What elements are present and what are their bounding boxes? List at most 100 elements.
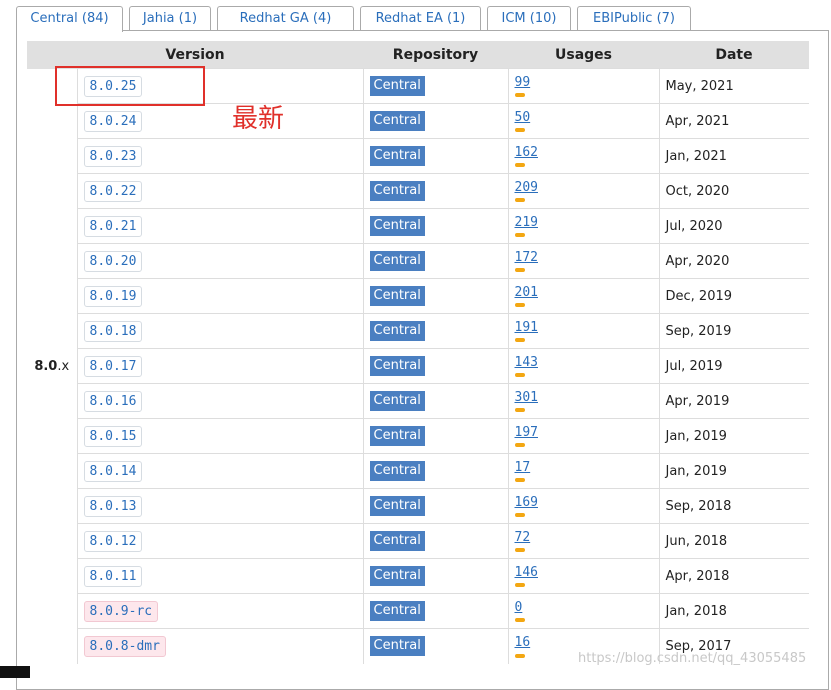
usages-link[interactable]: 201 xyxy=(515,285,538,300)
tab-central[interactable]: Central (84) xyxy=(16,6,123,32)
repository-cell: Central xyxy=(362,348,508,384)
version-group: 8.0.x xyxy=(27,69,77,664)
header-version: Version xyxy=(27,41,363,69)
repository-cell: Central xyxy=(362,313,508,349)
version-link[interactable]: 8.0.13 xyxy=(83,495,143,517)
version-cell: 8.0.25 xyxy=(76,68,363,104)
version-cell: 8.0.19 xyxy=(76,278,363,314)
version-cell: 8.0.21 xyxy=(76,208,363,244)
repository-badge[interactable]: Central xyxy=(369,426,425,446)
repository-badge[interactable]: Central xyxy=(369,461,425,481)
version-cell: 8.0.13 xyxy=(76,488,363,524)
tab-redhat-ga[interactable]: Redhat GA (4) xyxy=(217,6,354,30)
usage-bar xyxy=(514,548,525,552)
repository-badge[interactable]: Central xyxy=(369,251,425,271)
repository-badge[interactable]: Central xyxy=(369,391,425,411)
version-link[interactable]: 8.0.20 xyxy=(83,250,143,272)
version-cell: 8.0.12 xyxy=(76,523,363,559)
version-link[interactable]: 8.0.21 xyxy=(83,215,143,237)
repository-badge[interactable]: Central xyxy=(369,286,425,306)
usages-link[interactable]: 219 xyxy=(515,215,538,230)
usages-link[interactable]: 0 xyxy=(515,600,523,615)
usages-link[interactable]: 50 xyxy=(515,110,531,125)
repository-cell: Central xyxy=(362,628,508,664)
usages-cell: 172 xyxy=(507,243,659,279)
version-link[interactable]: 8.0.23 xyxy=(83,145,143,167)
usages-link[interactable]: 301 xyxy=(515,390,538,405)
usage-bar xyxy=(514,373,525,377)
usages-cell: 169 xyxy=(507,488,659,524)
version-cell: 8.0.20 xyxy=(76,243,363,279)
version-cell: 8.0.16 xyxy=(76,383,363,419)
repository-badge[interactable]: Central xyxy=(369,566,425,586)
table-row: 8.0.22 Central 209 Oct, 2020 xyxy=(27,173,809,209)
version-link[interactable]: 8.0.11 xyxy=(83,565,143,587)
date-cell: Sep, 2019 xyxy=(658,313,809,349)
usages-cell: 99 xyxy=(507,68,659,104)
usages-link[interactable]: 72 xyxy=(515,530,531,545)
repository-tabs: Central (84) Jahia (1) Redhat GA (4) Red… xyxy=(16,6,831,32)
table-row: 8.0.24 Central 50 Apr, 2021 xyxy=(27,103,809,139)
tab-icm[interactable]: ICM (10) xyxy=(487,6,571,30)
usages-link[interactable]: 209 xyxy=(515,180,538,195)
repository-badge[interactable]: Central xyxy=(369,216,425,236)
usage-bar xyxy=(514,408,525,412)
usage-bar xyxy=(514,163,525,167)
usages-link[interactable]: 172 xyxy=(515,250,538,265)
group-suffix: .x xyxy=(57,358,70,374)
usages-link[interactable]: 17 xyxy=(515,460,531,475)
usages-link[interactable]: 191 xyxy=(515,320,538,335)
tab-redhat-ea[interactable]: Redhat EA (1) xyxy=(360,6,481,30)
repository-badge[interactable]: Central xyxy=(369,181,425,201)
table-row: 8.0.19 Central 201 Dec, 2019 xyxy=(27,278,809,314)
version-link[interactable]: 8.0.19 xyxy=(83,285,143,307)
version-link[interactable]: 8.0.25 xyxy=(83,75,143,97)
version-link[interactable]: 8.0.17 xyxy=(83,355,143,377)
header-date: Date xyxy=(659,41,809,69)
repository-badge[interactable]: Central xyxy=(369,601,425,621)
date-cell: May, 2021 xyxy=(658,68,809,104)
tab-ebipublic[interactable]: EBIPublic (7) xyxy=(577,6,691,30)
version-link[interactable]: 8.0.24 xyxy=(83,110,143,132)
date-cell: Jul, 2020 xyxy=(658,208,809,244)
repository-badge[interactable]: Central xyxy=(369,496,425,516)
usage-bar xyxy=(514,268,525,272)
version-link[interactable]: 8.0.16 xyxy=(83,390,143,412)
usages-link[interactable]: 197 xyxy=(515,425,538,440)
repository-badge[interactable]: Central xyxy=(369,146,425,166)
usages-link[interactable]: 16 xyxy=(515,635,531,650)
date-cell: Apr, 2018 xyxy=(658,558,809,594)
usages-link[interactable]: 143 xyxy=(515,355,538,370)
usages-link[interactable]: 169 xyxy=(515,495,538,510)
version-link[interactable]: 8.0.15 xyxy=(83,425,143,447)
version-link[interactable]: 8.0.12 xyxy=(83,530,143,552)
header-repository: Repository xyxy=(363,41,508,69)
usages-link[interactable]: 162 xyxy=(515,145,538,160)
tab-jahia[interactable]: Jahia (1) xyxy=(129,6,211,30)
repository-badge[interactable]: Central xyxy=(369,356,425,376)
table-row: 8.0.17 Central 143 Jul, 2019 xyxy=(27,348,809,384)
version-cell: 8.0.24 xyxy=(76,103,363,139)
repository-badge[interactable]: Central xyxy=(369,111,425,131)
version-link[interactable]: 8.0.14 xyxy=(83,460,143,482)
usages-link[interactable]: 146 xyxy=(515,565,538,580)
date-cell: Oct, 2020 xyxy=(658,173,809,209)
usages-link[interactable]: 99 xyxy=(515,75,531,90)
version-link[interactable]: 8.0.9-rc xyxy=(83,600,159,622)
corner-block xyxy=(0,666,30,678)
repository-badge[interactable]: Central xyxy=(369,531,425,551)
repository-badge[interactable]: Central xyxy=(369,321,425,341)
table-row: 8.0.21 Central 219 Jul, 2020 xyxy=(27,208,809,244)
version-link[interactable]: 8.0.8-dmr xyxy=(83,635,166,657)
usage-bar xyxy=(514,93,525,97)
repository-badge[interactable]: Central xyxy=(369,636,425,657)
watermark: https://blog.csdn.net/qq_43055485 xyxy=(578,651,807,666)
repository-cell: Central xyxy=(362,593,508,629)
table-row: 8.0.18 Central 191 Sep, 2019 xyxy=(27,313,809,349)
repository-badge[interactable]: Central xyxy=(369,76,425,96)
version-link[interactable]: 8.0.18 xyxy=(83,320,143,342)
table-row: 8.0.20 Central 172 Apr, 2020 xyxy=(27,243,809,279)
version-link[interactable]: 8.0.22 xyxy=(83,180,143,202)
version-cell: 8.0.11 xyxy=(76,558,363,594)
repository-cell: Central xyxy=(362,558,508,594)
